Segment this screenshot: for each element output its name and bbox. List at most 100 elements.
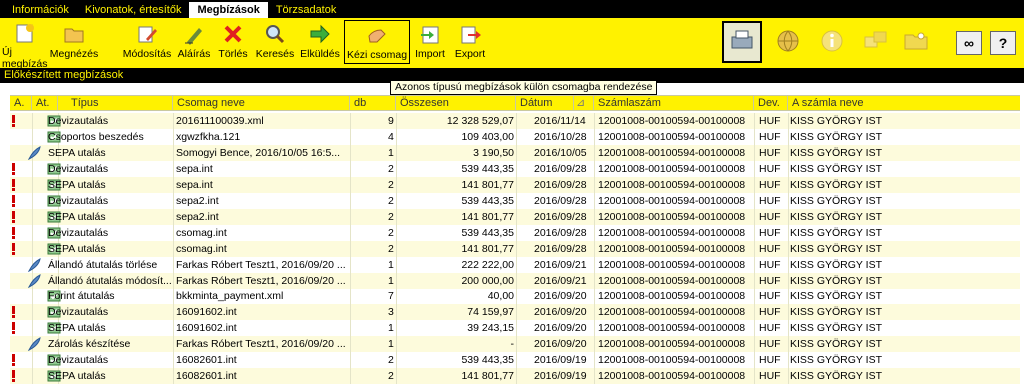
delete-button[interactable]: Törlés bbox=[216, 20, 250, 64]
manual-package-button[interactable]: Kézi csomag bbox=[344, 20, 410, 64]
column-separator bbox=[32, 192, 33, 209]
column-separator bbox=[516, 304, 517, 321]
column-separator bbox=[350, 144, 351, 161]
table-row[interactable]: Állandó átutalás módosít... Farkas Róbert… bbox=[0, 272, 1024, 289]
column-separator bbox=[350, 352, 351, 369]
cell-date: 2016/09/20 bbox=[534, 322, 587, 335]
delete-label: Törlés bbox=[218, 48, 248, 60]
table-row[interactable]: Forint átutalás bkkminta_payment.xml 7 40,0… bbox=[0, 288, 1024, 305]
cell-account: 12001008-00100594-00100008 bbox=[598, 274, 746, 287]
column-separator bbox=[594, 256, 595, 273]
column-separator bbox=[32, 176, 33, 193]
folder-key-button[interactable] bbox=[896, 21, 936, 63]
cell-pkg: 16091602.int bbox=[176, 322, 237, 335]
column-separator bbox=[32, 113, 33, 129]
cell-type: Forint átutalás bbox=[48, 290, 115, 303]
help-button[interactable]: ? bbox=[990, 31, 1016, 55]
view-button[interactable]: Megnézés bbox=[50, 20, 98, 64]
table-row[interactable]: Csoportos beszedés xgwzfkha.121 4 109 403,0… bbox=[0, 128, 1024, 145]
table-row[interactable]: Devizautalás sepa.int 2 539 443,35 2016/09/2… bbox=[0, 160, 1024, 177]
col-header-account-name[interactable]: A számla neve bbox=[788, 96, 1020, 111]
cell-account: 12001008-00100594-00100008 bbox=[598, 306, 746, 319]
cell-type: Devizautalás bbox=[48, 354, 109, 367]
column-separator bbox=[516, 208, 517, 225]
table-row[interactable]: Devizautalás sepa2.int 2 539 443,35 2016/09/… bbox=[0, 192, 1024, 209]
alert-icon bbox=[12, 178, 15, 191]
windows-button[interactable] bbox=[856, 21, 896, 63]
cell-dev: HUF bbox=[759, 162, 781, 175]
table-row[interactable]: SEPA utalás sepa2.int 2 141 801,77 2016/09/2… bbox=[0, 208, 1024, 225]
tab-informaciok[interactable]: Információk bbox=[4, 2, 77, 18]
column-separator bbox=[594, 113, 595, 129]
tab-torzsadatok[interactable]: Törzsadatok bbox=[268, 2, 345, 18]
cell-dev: HUF bbox=[759, 322, 781, 335]
col-header-package[interactable]: Csomag neve bbox=[173, 96, 350, 111]
column-separator bbox=[32, 240, 33, 257]
table-row[interactable]: Devizautalás 16082601.int 2 539 443,35 2016/… bbox=[0, 352, 1024, 369]
col-header-type[interactable]: Típus bbox=[58, 96, 173, 111]
column-separator bbox=[788, 352, 789, 369]
tab-megbizasok[interactable]: Megbízások bbox=[189, 2, 268, 18]
cell-pkg: sepa.int bbox=[176, 178, 213, 191]
search-button[interactable]: Keresés bbox=[254, 20, 296, 64]
table-row[interactable]: SEPA utalás csomag.int 2 141 801,77 2016/09/… bbox=[0, 240, 1024, 257]
table-row[interactable]: SEPA utalás Somogyi Bence, 2016/10/05 16:… bbox=[0, 144, 1024, 161]
col-header-status[interactable]: At. bbox=[32, 96, 58, 111]
import-button[interactable]: Import bbox=[412, 20, 448, 64]
cell-total: 141 801,77 bbox=[461, 178, 514, 191]
info-button[interactable] bbox=[812, 21, 852, 63]
cell-name: KISS GYÖRGY IST bbox=[790, 338, 882, 351]
table-row[interactable]: SEPA utalás 16091602.int 1 39 243,15 2016/09… bbox=[0, 320, 1024, 337]
tab-kivonatok[interactable]: Kivonatok, értesítők bbox=[77, 2, 190, 18]
link-button[interactable]: ∞ bbox=[956, 31, 982, 55]
cell-type: Devizautalás bbox=[48, 226, 109, 239]
printer-icon bbox=[728, 28, 756, 57]
col-header-alert[interactable]: A. bbox=[10, 96, 32, 111]
table-row[interactable]: Devizautalás 201611100039.xml 9 12 328 529,… bbox=[0, 113, 1024, 129]
column-separator bbox=[788, 192, 789, 209]
column-separator bbox=[788, 160, 789, 177]
search-label: Keresés bbox=[255, 48, 295, 60]
hand-package-icon bbox=[365, 23, 389, 47]
alert-icon bbox=[12, 115, 15, 127]
column-separator bbox=[350, 113, 351, 129]
table-row[interactable]: Devizautalás 16091602.int 3 74 159,97 2016/0… bbox=[0, 304, 1024, 321]
print-view-button[interactable] bbox=[722, 21, 762, 63]
table-row[interactable]: Devizautalás csomag.int 2 539 443,35 2016/09… bbox=[0, 224, 1024, 241]
col-header-date[interactable]: Dátum bbox=[516, 96, 574, 111]
export-icon bbox=[458, 22, 482, 46]
main-menu: Információk Kivonatok, értesítők Megbízá… bbox=[0, 0, 1024, 18]
modify-button[interactable]: Módosítás bbox=[120, 20, 174, 64]
send-button[interactable]: Elküldés bbox=[300, 20, 340, 64]
cell-type: SEPA utalás bbox=[48, 210, 106, 223]
col-header-currency[interactable]: Dev. bbox=[754, 96, 788, 111]
cell-name: KISS GYÖRGY IST bbox=[790, 178, 882, 191]
cell-pkg: 16082601.int bbox=[176, 354, 237, 367]
cell-date: 2016/09/20 bbox=[534, 290, 587, 303]
col-header-count[interactable]: db bbox=[350, 96, 396, 111]
globe-button[interactable] bbox=[768, 21, 808, 63]
col-header-account[interactable]: Számlaszám bbox=[594, 96, 754, 111]
col-header-total[interactable]: Összesen bbox=[396, 96, 516, 111]
table-row[interactable]: SEPA utalás sepa.int 2 141 801,77 2016/09/28… bbox=[0, 176, 1024, 193]
cell-name: KISS GYÖRGY IST bbox=[790, 226, 882, 239]
column-separator bbox=[516, 368, 517, 385]
alert-icon bbox=[12, 354, 15, 367]
column-separator bbox=[32, 304, 33, 321]
cell-pkg: bkkminta_payment.xml bbox=[176, 290, 284, 303]
export-button[interactable]: Export bbox=[452, 20, 488, 64]
column-separator bbox=[350, 336, 351, 353]
feather-icon bbox=[27, 257, 41, 272]
table-row[interactable]: Állandó átutalás törlése Farkas Róbert Te… bbox=[0, 256, 1024, 273]
new-order-button[interactable]: Új megbízás bbox=[2, 20, 48, 70]
feather-icon bbox=[27, 145, 41, 160]
table-row[interactable]: SEPA utalás 16082601.int 2 141 801,77 2016/0… bbox=[0, 368, 1024, 385]
sort-icon[interactable]: ⊿ bbox=[574, 96, 594, 111]
alert-icon bbox=[12, 370, 15, 383]
column-separator bbox=[788, 128, 789, 145]
cell-account: 12001008-00100594-00100008 bbox=[598, 146, 746, 159]
cell-total: 539 443,35 bbox=[461, 354, 514, 367]
table-row[interactable]: Zárolás készítése Farkas Róbert Teszt1, 2… bbox=[0, 336, 1024, 353]
alert-icon bbox=[12, 194, 15, 207]
sign-button[interactable]: Aláírás bbox=[176, 20, 212, 64]
